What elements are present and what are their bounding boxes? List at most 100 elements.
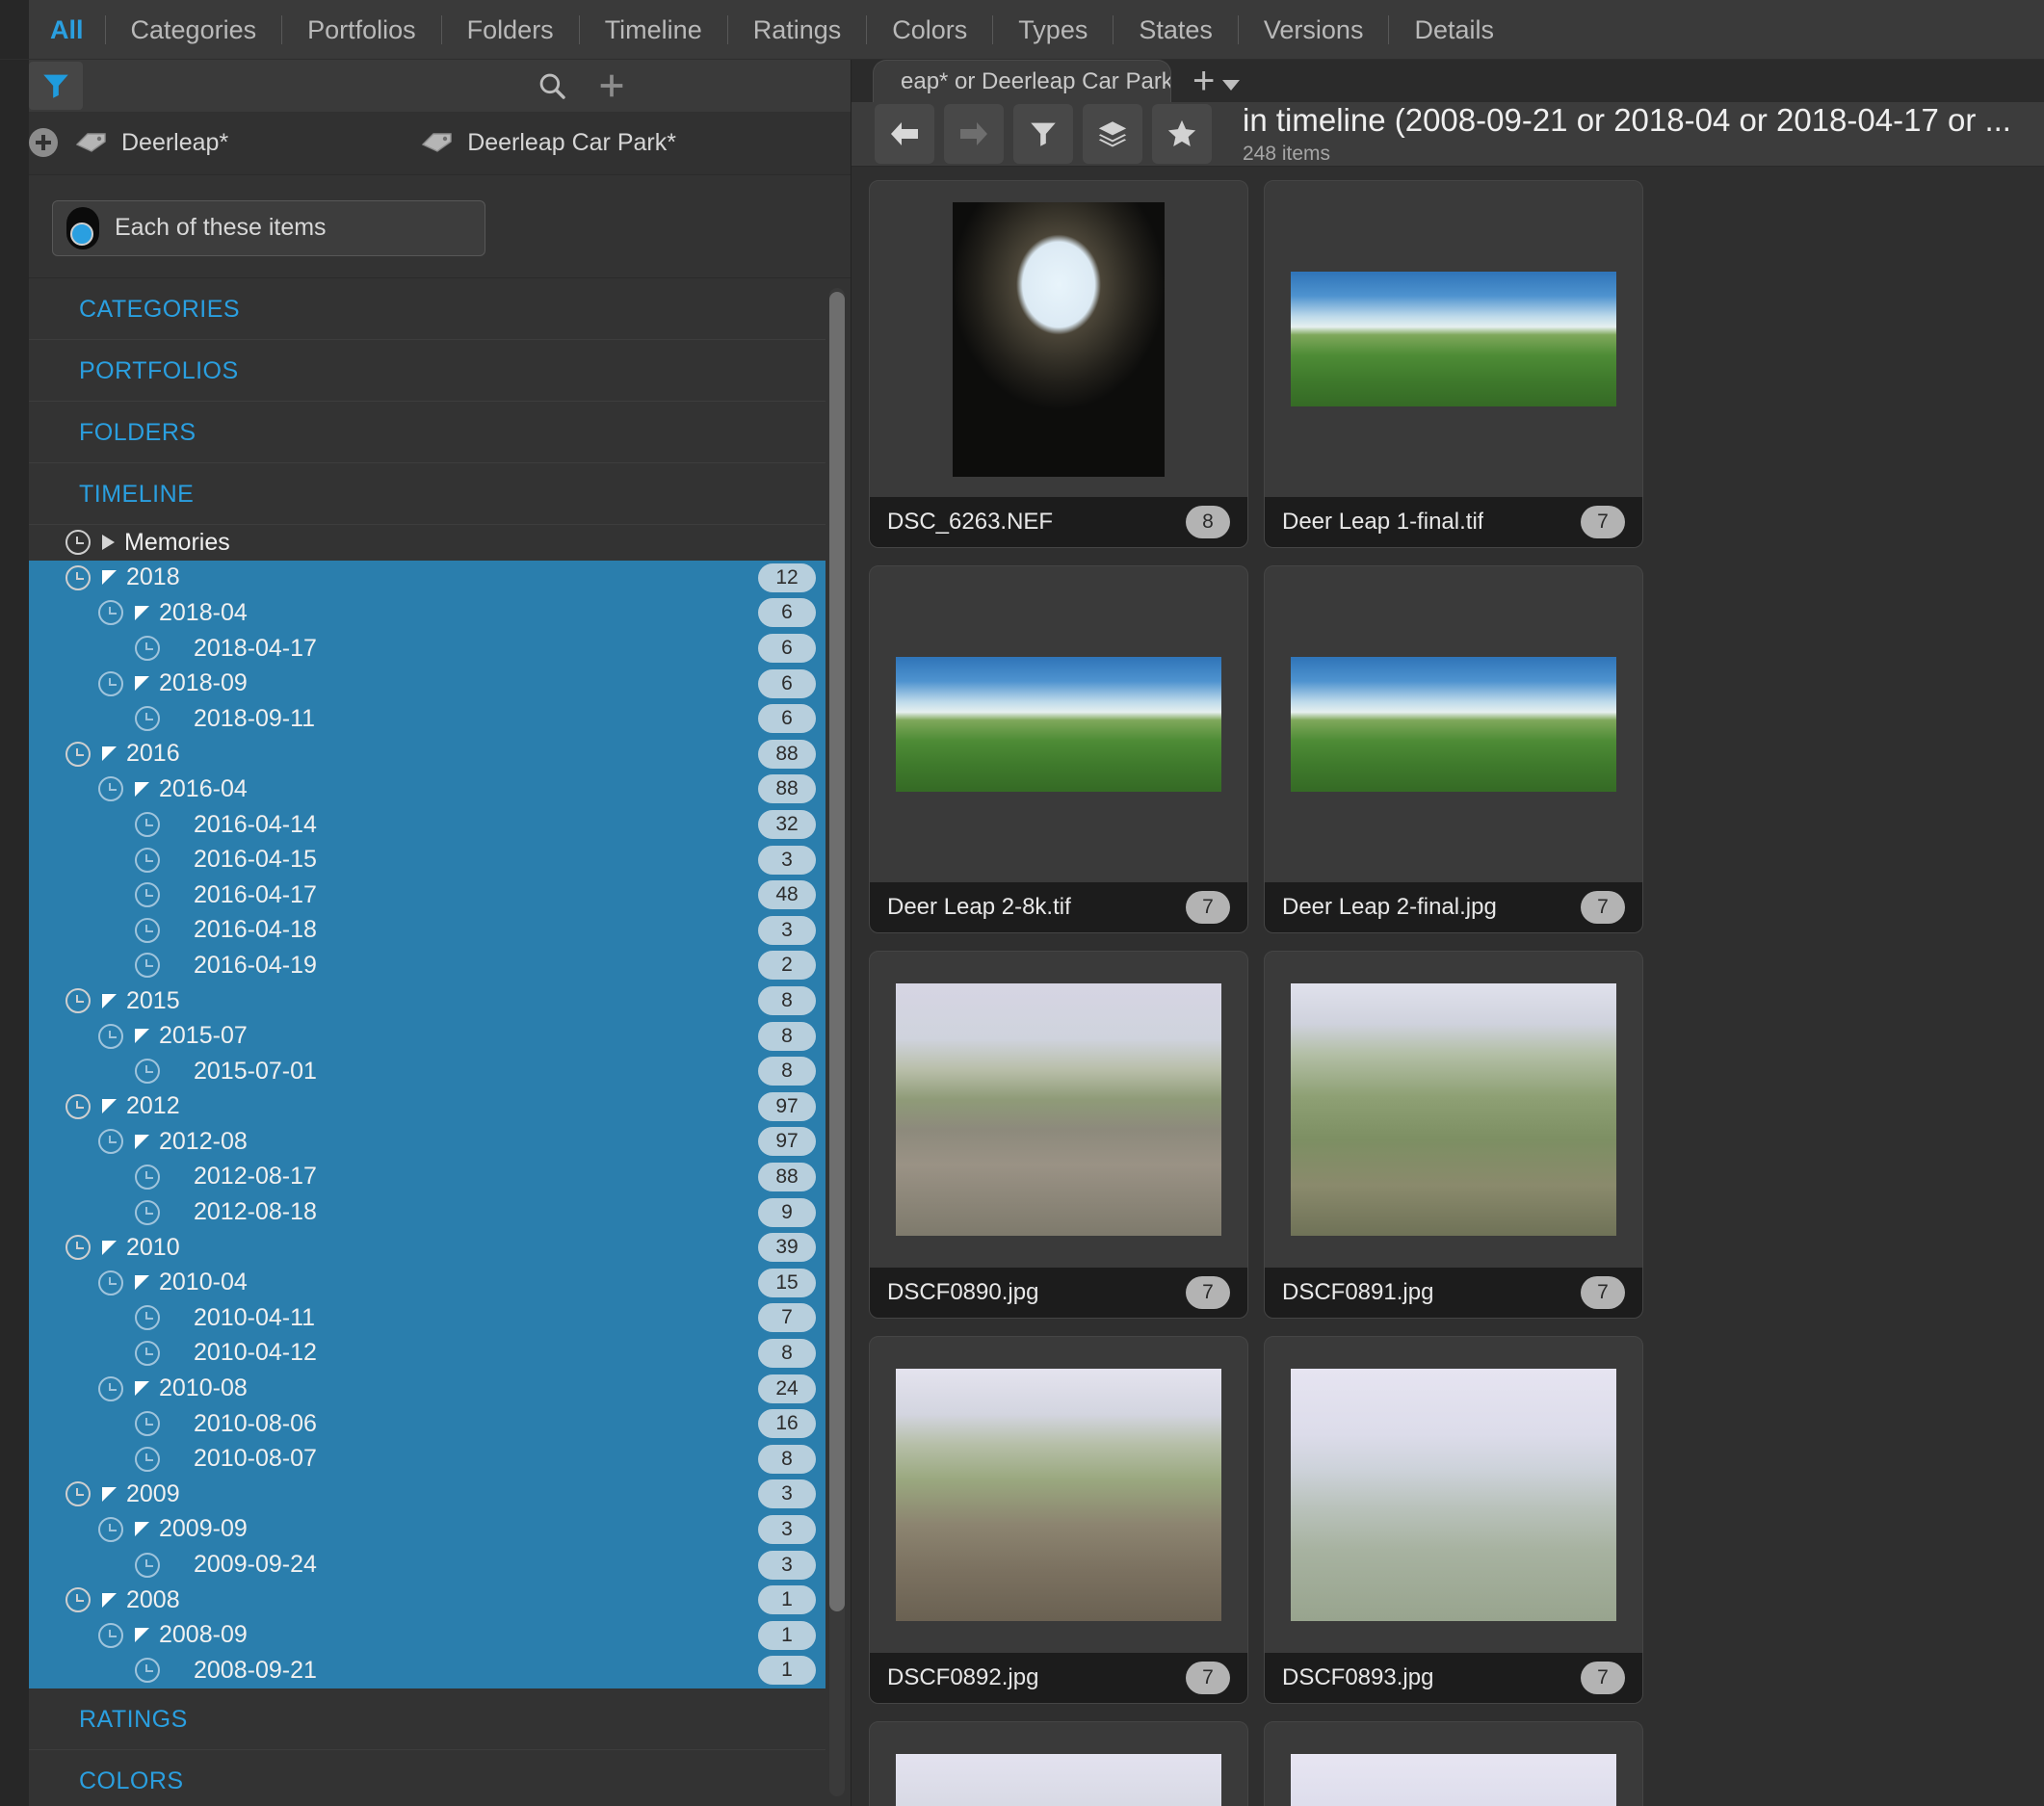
- timeline-row-2016-04-18[interactable]: 2016-04-18 3: [29, 912, 825, 949]
- timeline-row-2016-04-19[interactable]: 2016-04-19 2: [29, 948, 825, 983]
- category-tab-details[interactable]: Details: [1389, 0, 1519, 60]
- category-tab-portfolios[interactable]: Portfolios: [282, 0, 441, 60]
- thumbnail-card[interactable]: DSCF0890.jpg 7: [869, 951, 1248, 1319]
- section-header-folders[interactable]: FOLDERS: [29, 402, 825, 463]
- new-tab-button[interactable]: +: [1171, 60, 1261, 102]
- timeline-row-2012-08-18[interactable]: 2012-08-18 9: [29, 1194, 825, 1230]
- section-header-colors[interactable]: COLORS: [29, 1750, 825, 1806]
- tag-chip-deerleap-car-park[interactable]: Deerleap Car Park*: [421, 129, 676, 157]
- timeline-row-memories[interactable]: Memories: [29, 525, 825, 561]
- timeline-row-2010-04[interactable]: 2010-04 15: [29, 1265, 825, 1301]
- timeline-row-2010-08[interactable]: 2010-08 24: [29, 1371, 825, 1406]
- timeline-row-2008-09-21[interactable]: 2008-09-21 1: [29, 1652, 825, 1688]
- timeline-row-2015-07[interactable]: 2015-07 8: [29, 1018, 825, 1054]
- chevron-down-icon[interactable]: [135, 781, 149, 797]
- chevron-down-icon[interactable]: [102, 1099, 117, 1114]
- timeline-row-2016-04-15[interactable]: 2016-04-15 3: [29, 842, 825, 877]
- timeline-row-label: 2010-08-07: [194, 1445, 317, 1473]
- timeline-row-2016-04[interactable]: 2016-04 88: [29, 772, 825, 807]
- thumbnail-card[interactable]: DSCF0894.jpg7: [869, 1721, 1248, 1806]
- result-tab[interactable]: eap* or Deerleap Car Park*): [873, 60, 1171, 102]
- timeline-row-2010-04-12[interactable]: 2010-04-12 8: [29, 1335, 825, 1372]
- thumbnail-card[interactable]: DSCF0893.jpg 7: [1264, 1336, 1643, 1704]
- chevron-down-icon[interactable]: [135, 1381, 149, 1397]
- timeline-row-2010-04-11[interactable]: 2010-04-11 7: [29, 1300, 825, 1336]
- chevron-down-icon[interactable]: [135, 1029, 149, 1044]
- thumbnail-card[interactable]: DSC_6263.NEF 8: [869, 180, 1248, 548]
- timeline-row-2018-04-17[interactable]: 2018-04-17 6: [29, 630, 825, 667]
- filter-tree-scroll[interactable]: CATEGORIES PORTFOLIOS FOLDERS TIMELINE Memor…: [29, 276, 851, 1806]
- category-tab-folders[interactable]: Folders: [442, 0, 579, 60]
- match-mode-select[interactable]: Each of these items: [52, 199, 485, 256]
- timeline-row-2012-08[interactable]: 2012-08 97: [29, 1124, 825, 1160]
- timeline-row-2012[interactable]: 2012 97: [29, 1088, 825, 1125]
- thumbnail-card[interactable]: Deer Leap 2-8k.tif 7: [869, 565, 1248, 933]
- chevron-right-icon[interactable]: [102, 535, 115, 551]
- chevron-down-icon[interactable]: [135, 1522, 149, 1537]
- section-header-timeline[interactable]: TIMELINE: [29, 463, 825, 525]
- funnel-icon[interactable]: [29, 61, 83, 110]
- timeline-row-2009-09[interactable]: 2009-09 3: [29, 1511, 825, 1548]
- timeline-row-2018[interactable]: 2018 12: [29, 560, 825, 596]
- chevron-down-icon[interactable]: [135, 1275, 149, 1291]
- timeline-row-2008[interactable]: 2008 1: [29, 1582, 825, 1618]
- timeline-row-2016[interactable]: 2016 88: [29, 736, 825, 772]
- section-header-ratings[interactable]: RATINGS: [29, 1688, 825, 1750]
- section-header-categories[interactable]: CATEGORIES: [29, 278, 825, 340]
- filter-results-button[interactable]: [1013, 104, 1073, 164]
- search-icon[interactable]: [525, 62, 579, 110]
- add-filter-icon[interactable]: [585, 62, 639, 110]
- clock-icon: [66, 530, 91, 556]
- tree-scrollbar-thumb[interactable]: [829, 291, 845, 1611]
- layers-button[interactable]: [1083, 104, 1142, 164]
- timeline-row-2018-04[interactable]: 2018-04 6: [29, 595, 825, 631]
- thumbnail-card[interactable]: Deer Leap 1-final.tif 7: [1264, 180, 1643, 548]
- category-tab-versions[interactable]: Versions: [1239, 0, 1389, 60]
- timeline-row-2010-08-07[interactable]: 2010-08-07 8: [29, 1441, 825, 1478]
- chevron-down-icon[interactable]: [102, 1592, 117, 1608]
- timeline-row-2010-08-06[interactable]: 2010-08-06 16: [29, 1405, 825, 1442]
- timeline-row-2009[interactable]: 2009 3: [29, 1477, 825, 1512]
- chevron-down-icon[interactable]: [102, 1240, 117, 1255]
- thumbnail-tag-count: 7: [1186, 1662, 1230, 1694]
- category-tab-categories[interactable]: Categories: [106, 0, 282, 60]
- timeline-row-2016-04-14[interactable]: 2016-04-14 32: [29, 806, 825, 843]
- thumbnail-card[interactable]: DSCF0892.jpg 7: [869, 1336, 1248, 1704]
- timeline-row-2009-09-24[interactable]: 2009-09-24 3: [29, 1547, 825, 1583]
- forward-button[interactable]: [944, 104, 1004, 164]
- timeline-row-2018-09[interactable]: 2018-09 6: [29, 666, 825, 701]
- thumbnail-card[interactable]: DSCF0895.jpg7: [1264, 1721, 1643, 1806]
- chevron-down-icon[interactable]: [135, 1628, 149, 1643]
- timeline-row-2010[interactable]: 2010 39: [29, 1229, 825, 1266]
- category-tab-types[interactable]: Types: [993, 0, 1113, 60]
- category-tab-ratings[interactable]: Ratings: [728, 0, 867, 60]
- back-button[interactable]: [875, 104, 934, 164]
- tree-scrollbar[interactable]: [829, 287, 845, 1796]
- timeline-row-count: 8: [758, 1021, 816, 1051]
- section-header-portfolios[interactable]: PORTFOLIOS: [29, 340, 825, 402]
- timeline-row-2018-09-11[interactable]: 2018-09-11 6: [29, 700, 825, 737]
- timeline-row-2016-04-17[interactable]: 2016-04-17 48: [29, 877, 825, 913]
- timeline-row-2008-09[interactable]: 2008-09 1: [29, 1617, 825, 1653]
- category-tab-timeline[interactable]: Timeline: [580, 0, 727, 60]
- timeline-row-2015[interactable]: 2015 8: [29, 982, 825, 1019]
- chevron-down-icon[interactable]: [135, 676, 149, 692]
- thumbnail-card[interactable]: Deer Leap 2-final.jpg 7: [1264, 565, 1643, 933]
- chevron-down-icon[interactable]: [135, 605, 149, 620]
- timeline-row-2012-08-17[interactable]: 2012-08-17 88: [29, 1159, 825, 1195]
- chevron-down-icon[interactable]: [102, 570, 117, 586]
- thumbnail-card[interactable]: DSCF0891.jpg 7: [1264, 951, 1643, 1319]
- category-tab-all[interactable]: All: [29, 0, 105, 60]
- chevron-down-icon[interactable]: [102, 993, 117, 1008]
- category-tab-states[interactable]: States: [1114, 0, 1238, 60]
- chevron-down-icon[interactable]: [135, 1134, 149, 1149]
- thumbnail-grid[interactable]: DSC_6263.NEF 8 Deer Leap 1-final.tif 7 Deer …: [852, 167, 2044, 1806]
- chevron-down-icon[interactable]: [102, 1486, 117, 1502]
- timeline-row-2015-07-01[interactable]: 2015-07-01 8: [29, 1053, 825, 1089]
- tag-chip-deerleap[interactable]: Deerleap*: [75, 129, 228, 157]
- add-tag-icon[interactable]: [29, 128, 58, 158]
- category-tab-colors[interactable]: Colors: [867, 0, 992, 60]
- favorite-button[interactable]: [1152, 104, 1212, 164]
- photo-preview: [896, 1754, 1221, 1806]
- chevron-down-icon[interactable]: [102, 746, 117, 762]
